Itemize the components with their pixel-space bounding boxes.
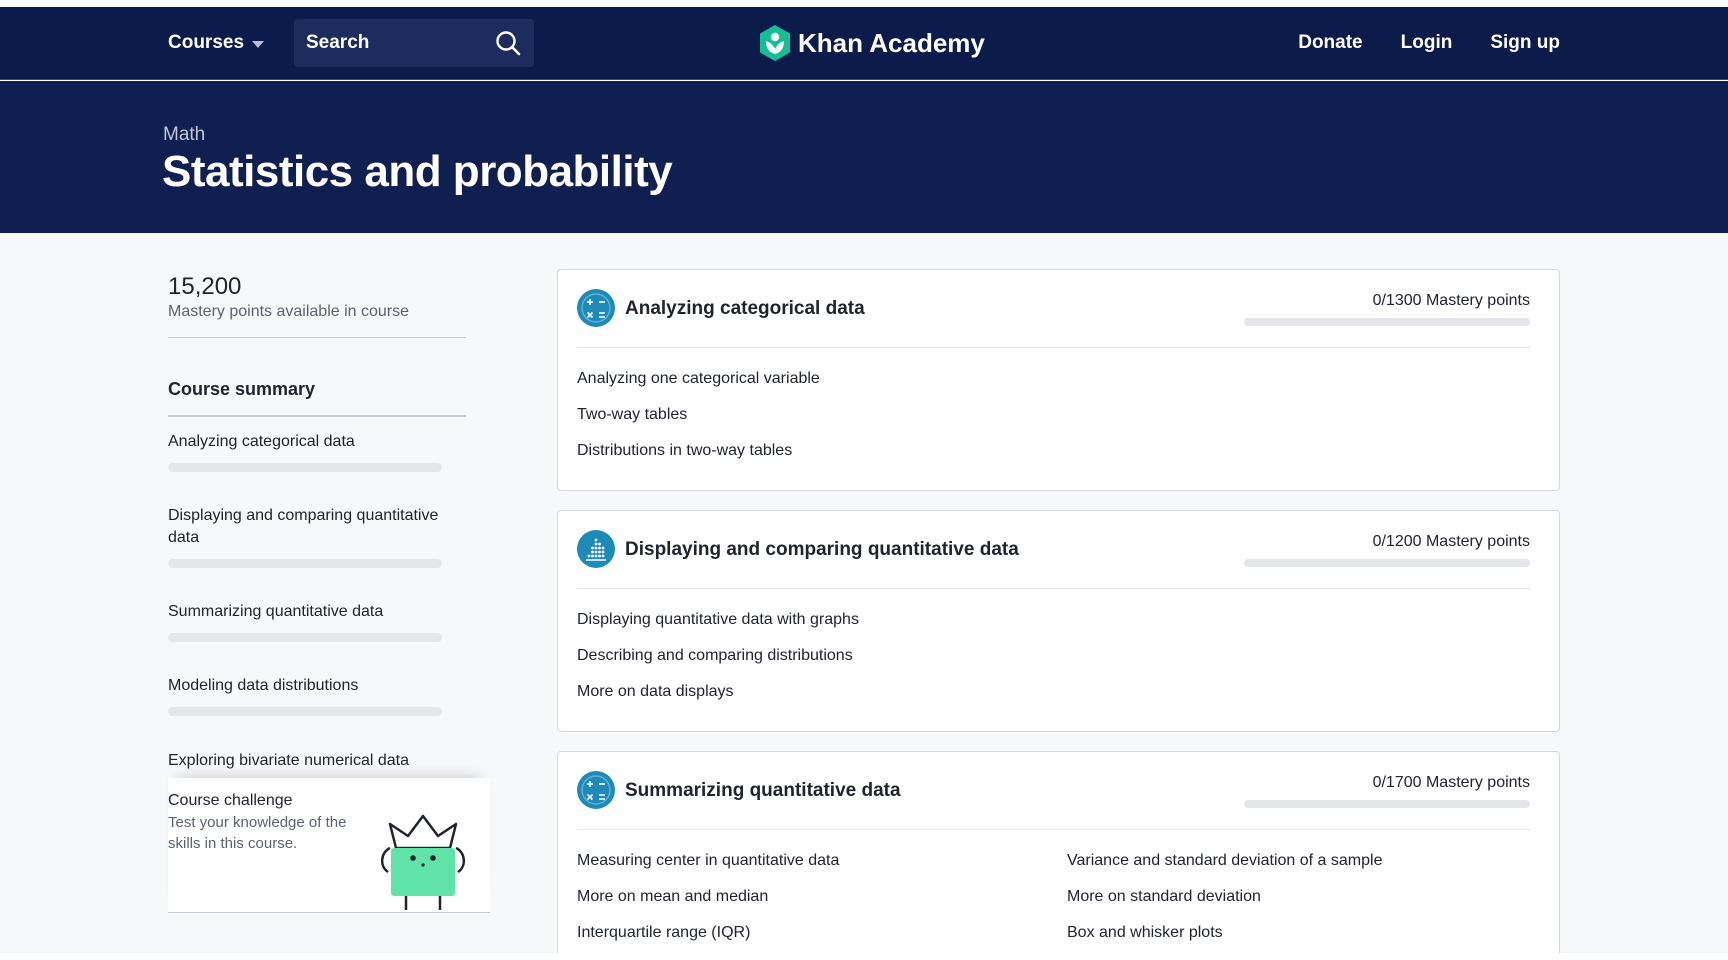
lesson-link[interactable]: Describing and comparing distributions — [577, 647, 853, 665]
summary-item-analyzing-categorical-data[interactable]: Analyzing categorical data — [168, 431, 466, 472]
bottom-strip — [0, 953, 1728, 960]
search-label: Search — [306, 32, 370, 53]
summary-item-label: Displaying and comparing quantitative da… — [168, 507, 439, 546]
summary-progress-bar — [168, 707, 442, 716]
unit-card-summarizing-quantitative-data: Summarizing quantitative data 0/1700 Mas… — [557, 751, 1560, 953]
khan-academy-logo[interactable]: Khan Academy — [758, 24, 985, 62]
summary-item-label: Summarizing quantitative data — [168, 603, 384, 620]
caret-down-icon — [252, 41, 265, 48]
top-strip — [0, 0, 1728, 7]
unit-dot-plot-icon — [577, 530, 615, 568]
donate-link[interactable]: Donate — [1298, 32, 1362, 54]
signup-link[interactable]: Sign up — [1490, 32, 1560, 54]
mastery-points-label: Mastery points available in course — [168, 303, 410, 320]
account-links: Donate Login Sign up — [1298, 32, 1560, 54]
lesson-link[interactable]: Interquartile range (IQR) — [577, 924, 750, 942]
unit-title[interactable]: Displaying and comparing quantitative da… — [625, 539, 1019, 561]
unit-plus-minus-icon — [577, 771, 615, 809]
unit-title[interactable]: Analyzing categorical data — [625, 298, 865, 320]
summary-item-label: Exploring bivariate numerical data — [168, 752, 410, 769]
search-box[interactable]: Search — [294, 19, 534, 67]
unit-title[interactable]: Summarizing quantitative data — [625, 780, 901, 802]
summary-item-label: Analyzing categorical data — [168, 433, 355, 450]
unit-mastery-points: 0/1700 Mastery points — [1372, 774, 1530, 791]
search-icon[interactable] — [494, 29, 522, 57]
lesson-link[interactable]: Measuring center in quantitative data — [577, 852, 839, 870]
mastery-points-total: 15,200 — [168, 273, 242, 300]
lesson-link[interactable]: Variance and standard deviation of a sam… — [1067, 852, 1382, 870]
unit-mastery-points: 0/1300 Mastery points — [1372, 292, 1530, 309]
khan-academy-logo-icon — [760, 25, 790, 61]
divider — [577, 829, 1530, 830]
summary-item-label: Modeling data distributions — [168, 677, 359, 694]
lesson-link[interactable]: Two-way tables — [577, 406, 687, 424]
page-title: Statistics and probability — [162, 147, 673, 196]
summary-progress-bar — [168, 633, 442, 642]
course-challenge-description: Test your knowledge of the skills in thi… — [168, 814, 347, 852]
lesson-link[interactable]: Distributions in two-way tables — [577, 442, 792, 460]
summary-item-exploring-bivariate-numerical-data[interactable]: Exploring bivariate numerical data — [168, 750, 466, 772]
lesson-link[interactable]: More on data displays — [577, 683, 734, 701]
unit-progress-bar — [1244, 559, 1530, 567]
lesson-link[interactable]: Displaying quantitative data with graphs — [577, 611, 859, 629]
unit-progress-bar — [1244, 800, 1530, 808]
divider — [168, 415, 466, 417]
divider — [168, 337, 466, 338]
logo-text: Khan Academy — [798, 27, 985, 58]
breadcrumb[interactable]: Math — [163, 124, 205, 146]
course-challenge-title: Course challenge — [168, 792, 293, 809]
unit-card-analyzing-categorical-data: Analyzing categorical data 0/1300 Master… — [557, 269, 1560, 491]
courses-label: Courses — [168, 32, 245, 53]
unit-progress-bar — [1244, 318, 1530, 326]
course-challenge-card[interactable]: Course challenge Test your knowledge of … — [168, 778, 490, 913]
divider — [577, 347, 1530, 348]
unit-card-displaying-comparing-quantitative-data: Displaying and comparing quantitative da… — [557, 510, 1560, 732]
lesson-link[interactable]: More on mean and median — [577, 888, 768, 906]
course-summary-heading: Course summary — [168, 379, 316, 399]
course-header: Math Statistics and probability — [0, 81, 1728, 233]
summary-item-modeling-data-distributions[interactable]: Modeling data distributions — [168, 675, 466, 716]
lesson-link[interactable]: Analyzing one categorical variable — [577, 370, 820, 388]
main-content: 15,200 Mastery points available in cours… — [0, 233, 1728, 953]
summary-progress-bar — [168, 559, 442, 568]
lesson-link[interactable]: More on standard deviation — [1067, 888, 1261, 906]
login-link[interactable]: Login — [1401, 32, 1453, 54]
divider — [577, 588, 1530, 589]
unit-mastery-points: 0/1200 Mastery points — [1372, 533, 1530, 550]
lesson-link[interactable]: Box and whisker plots — [1067, 924, 1223, 942]
crowned-character-icon — [381, 814, 465, 910]
courses-menu-button[interactable]: Courses — [168, 32, 265, 54]
summary-item-summarizing-quantitative-data[interactable]: Summarizing quantitative data — [168, 601, 466, 642]
summary-progress-bar — [168, 463, 442, 472]
top-navigation: Courses Search Khan Academy Donate Login… — [0, 7, 1728, 80]
summary-item-displaying-comparing-quantitative-data[interactable]: Displaying and comparing quantitative da… — [168, 505, 466, 568]
unit-plus-minus-icon — [577, 289, 615, 327]
